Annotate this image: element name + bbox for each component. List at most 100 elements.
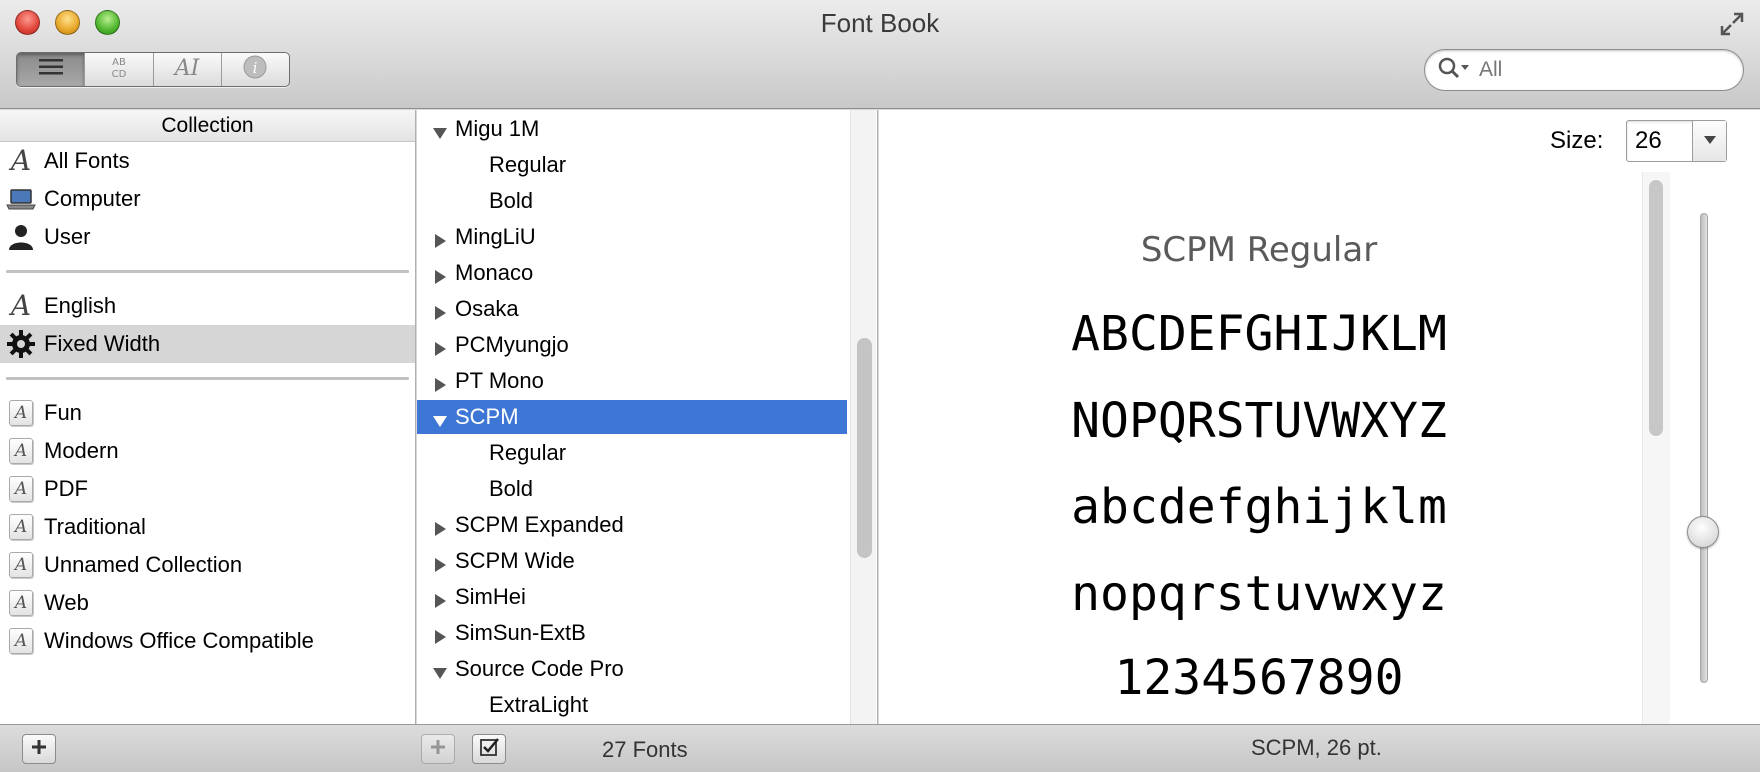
boxed-a-icon: A	[6, 626, 36, 656]
preview-pane: Size: 26 SCPM Regular ABCDEFGHIJKLM NOPQ…	[879, 110, 1760, 724]
disclosure-open-icon[interactable]	[433, 121, 447, 139]
collection-header: Collection	[0, 110, 415, 142]
font-family-label: PT Mono	[455, 368, 544, 393]
font-family-label: Source Code Pro	[455, 656, 624, 681]
size-value[interactable]: 26	[1627, 121, 1692, 161]
disclosure-closed-icon[interactable]	[433, 517, 447, 536]
collection-label: Web	[44, 590, 89, 615]
disclosure-open-icon[interactable]	[433, 661, 447, 679]
font-face-label: Regular	[489, 152, 567, 177]
collection-sidebar: Collection A All Fonts Computer User A E…	[0, 110, 416, 724]
size-slider-track[interactable]	[1700, 213, 1708, 683]
font-family-row[interactable]: SimHei	[417, 580, 847, 614]
search-input[interactable]	[1479, 58, 1719, 82]
disclosure-closed-icon[interactable]	[433, 589, 447, 608]
font-face-row[interactable]: ExtraLight	[417, 688, 847, 722]
svg-text:AB: AB	[112, 57, 126, 68]
gear-icon	[6, 329, 36, 359]
svg-text:i: i	[253, 59, 258, 77]
collection-label: Windows Office Compatible	[44, 628, 314, 653]
collection-label: User	[44, 224, 91, 249]
disclosure-open-icon[interactable]	[433, 409, 447, 427]
add-font-button[interactable]	[421, 734, 455, 764]
font-family-row[interactable]: SimSun-ExtB	[417, 616, 847, 650]
collection-item-all-fonts[interactable]: A All Fonts	[0, 142, 415, 180]
collection-label: Fixed Width	[44, 331, 161, 356]
font-family-row-selected[interactable]: SCPM	[417, 400, 847, 434]
font-face-label: Bold	[489, 476, 534, 501]
collection-divider	[6, 270, 409, 273]
size-combo-box[interactable]: 26	[1626, 120, 1727, 162]
enable-font-button[interactable]	[472, 734, 506, 764]
window-title: Font Book	[820, 8, 940, 38]
disclosure-closed-icon[interactable]	[433, 625, 447, 644]
collection-label: Modern	[44, 438, 119, 463]
font-family-row[interactable]: PT Mono	[417, 364, 847, 398]
collection-item-english[interactable]: A English	[0, 287, 415, 325]
plus-icon	[430, 739, 446, 760]
script-a-icon: A	[10, 289, 32, 322]
size-slider-knob[interactable]	[1687, 516, 1719, 548]
svg-text:CD: CD	[112, 69, 127, 80]
collection-item-traditional[interactable]: A Traditional	[0, 508, 415, 546]
collection-item-user[interactable]: User	[0, 218, 415, 256]
sample-line-uppercase-2: NOPQRSTUVWXYZ	[1071, 393, 1447, 449]
bottom-bar: 27 Fonts SCPM, 26 pt.	[0, 724, 1760, 772]
disclosure-closed-icon[interactable]	[433, 265, 447, 284]
font-face-row[interactable]: Bold	[417, 472, 847, 506]
collection-label: Computer	[44, 186, 141, 211]
preview-mode-segmented-control: AB CD AI i	[16, 52, 290, 87]
sample-line-lowercase-2: nopqrstuvwxyz	[1071, 566, 1447, 622]
disclosure-closed-icon[interactable]	[433, 301, 447, 320]
collection-item-fixed-width[interactable]: Fixed Width	[0, 325, 415, 363]
collection-item-unnamed-collection[interactable]: A Unnamed Collection	[0, 546, 415, 584]
info-icon: i	[242, 54, 268, 85]
font-face-row[interactable]: Regular	[417, 436, 847, 470]
plus-icon	[31, 739, 47, 760]
sample-view-button[interactable]	[17, 53, 86, 86]
collection-item-pdf[interactable]: A PDF	[0, 470, 415, 508]
boxed-a-icon: A	[6, 512, 36, 542]
checkbox-checked-icon	[479, 737, 499, 762]
list-lines-icon	[36, 57, 66, 82]
font-family-row[interactable]: Osaka	[417, 292, 847, 326]
font-family-row[interactable]: Migu 1M	[417, 112, 847, 146]
font-family-row[interactable]: SCPM Wide	[417, 544, 847, 578]
ai-glyph-icon: AI	[170, 54, 204, 85]
font-family-row[interactable]: Source Code Pro	[417, 652, 847, 686]
font-list-scroll-thumb[interactable]	[857, 338, 872, 558]
custom-view-button[interactable]: AI	[154, 53, 222, 86]
info-view-button[interactable]: i	[222, 53, 289, 86]
abcd-grid-icon: AB CD	[104, 54, 134, 85]
add-collection-button[interactable]	[22, 734, 56, 764]
preview-scroll-thumb[interactable]	[1649, 180, 1663, 436]
search-field[interactable]	[1424, 49, 1744, 91]
font-face-label: ExtraLight	[489, 692, 589, 717]
font-family-row[interactable]: Monaco	[417, 256, 847, 290]
disclosure-closed-icon[interactable]	[433, 229, 447, 248]
collection-item-computer[interactable]: Computer	[0, 180, 415, 218]
disclosure-closed-icon[interactable]	[433, 373, 447, 392]
title-bar: Font Book AB CD AI i All	[0, 0, 1760, 109]
font-face-row[interactable]: Bold	[417, 184, 847, 218]
script-a-icon: A	[10, 144, 32, 177]
disclosure-closed-icon[interactable]	[433, 337, 447, 356]
size-dropdown-button[interactable]	[1692, 121, 1726, 161]
preview-font-name: SCPM Regular	[1140, 230, 1378, 270]
repertoire-view-button[interactable]: AB CD	[85, 53, 154, 86]
disclosure-closed-icon[interactable]	[433, 553, 447, 572]
font-count-label: 27 Fonts	[602, 737, 688, 762]
font-family-label: SCPM Wide	[455, 548, 575, 573]
collection-item-modern[interactable]: A Modern	[0, 432, 415, 470]
collection-label: PDF	[44, 476, 88, 501]
collection-item-windows-office-compatible[interactable]: A Windows Office Compatible	[0, 622, 415, 660]
collection-item-web[interactable]: A Web	[0, 584, 415, 622]
laptop-icon	[6, 184, 36, 214]
font-family-row[interactable]: SCPM Expanded	[417, 508, 847, 542]
font-face-row[interactable]: Regular	[417, 148, 847, 182]
font-family-label: Migu 1M	[455, 116, 540, 141]
collection-item-fun[interactable]: A Fun	[0, 394, 415, 432]
font-family-row[interactable]: MingLiU	[417, 220, 847, 254]
fullscreen-arrows-icon[interactable]	[1718, 10, 1746, 38]
font-family-row[interactable]: PCMyungjo	[417, 328, 847, 362]
